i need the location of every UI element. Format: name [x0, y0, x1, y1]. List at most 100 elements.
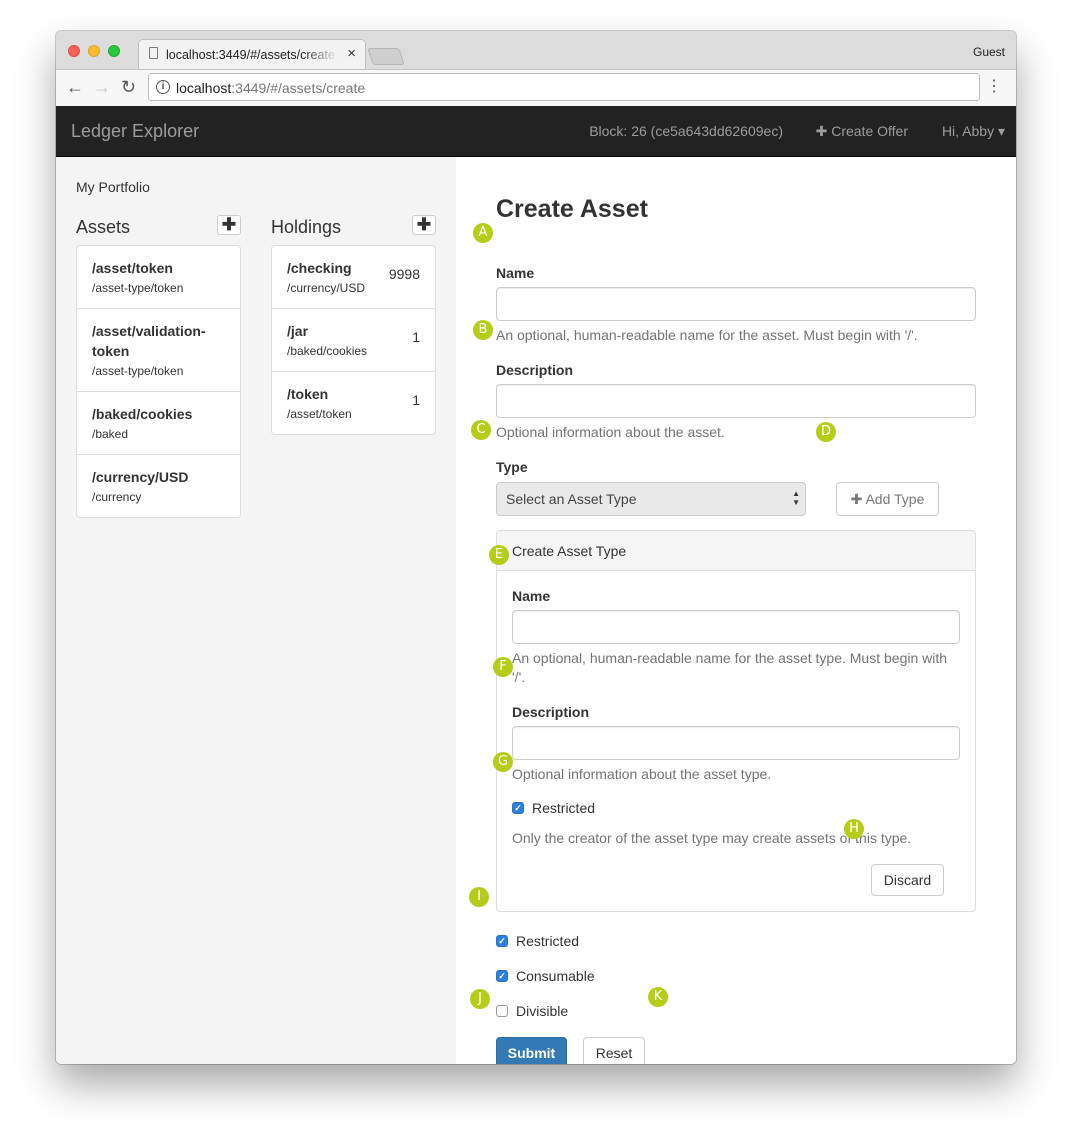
create-offer-link[interactable]: ✚ Create Offer: [816, 123, 908, 140]
app-navbar: Ledger Explorer Block: 26 (ce5a643dd6260…: [56, 106, 1016, 157]
consumable-label[interactable]: Consumable: [516, 968, 595, 984]
consumable-checkbox[interactable]: ✓: [496, 970, 508, 982]
brand-link[interactable]: Ledger Explorer: [71, 121, 199, 142]
assets-title: Assets: [76, 217, 131, 237]
holding-asset: /baked/cookies: [287, 344, 368, 358]
asset-type-description-input[interactable]: [512, 726, 960, 760]
submit-button[interactable]: Submit: [496, 1037, 567, 1064]
restricted-label[interactable]: Restricted: [516, 933, 579, 949]
divisible-label[interactable]: Divisible: [516, 1003, 568, 1019]
holding-amount: 1: [412, 329, 420, 345]
annotation-badge-k: K: [648, 987, 668, 1007]
restricted-checkbox[interactable]: ✓: [496, 935, 508, 947]
asset-description-input[interactable]: [496, 384, 976, 418]
type-restricted-label[interactable]: Restricted: [532, 800, 595, 816]
list-item[interactable]: /checking /currency/USD 9998: [272, 246, 435, 308]
type-restricted-help-text: Only the creator of the asset type may c…: [512, 830, 912, 846]
add-type-button[interactable]: ✚ Add Type: [836, 482, 939, 516]
panel-heading: Create Asset Type: [497, 531, 975, 571]
document-icon: [149, 47, 158, 59]
assets-list: /asset/token /asset-type/token /asset/va…: [76, 245, 241, 518]
close-window-button[interactable]: [68, 45, 80, 57]
create-asset-form: Create Asset Name An optional, human-rea…: [456, 157, 1016, 1064]
divisible-checkbox[interactable]: [496, 1005, 508, 1017]
list-item[interactable]: /asset/validation-token /asset-type/toke…: [77, 308, 240, 391]
tab-close-icon[interactable]: ×: [347, 46, 356, 62]
address-url[interactable]: localhost:3449/#/assets/create: [176, 80, 365, 96]
list-item[interactable]: /jar /baked/cookies 1: [272, 308, 435, 371]
info-icon[interactable]: i: [156, 80, 170, 94]
list-item[interactable]: /asset/token /asset-type/token: [77, 246, 240, 308]
type-description-label: Description: [512, 704, 590, 720]
holding-asset: /asset/token: [287, 407, 352, 421]
browser-menu-icon[interactable]: ⋮: [986, 78, 1002, 96]
minimize-window-button[interactable]: [88, 45, 100, 57]
panel-title: Create Asset Type: [512, 543, 627, 559]
browser-window: localhost:3449/#/assets/create × Guest ←…: [56, 31, 1016, 1064]
forward-arrow-icon[interactable]: →: [93, 77, 111, 97]
annotation-badge-j: J: [470, 989, 490, 1009]
reload-icon[interactable]: ↻: [121, 77, 136, 97]
type-name-help-text: An optional, human-readable name for the…: [512, 650, 948, 685]
annotation-badge-e: E: [489, 545, 509, 565]
annotation-badge-b: B: [473, 320, 493, 340]
type-description-help-text: Optional information about the asset typ…: [512, 766, 772, 782]
asset-name: /currency/USD: [92, 469, 189, 485]
type-restricted-checkbox[interactable]: ✓: [512, 802, 524, 814]
annotation-badge-i: I: [469, 887, 489, 907]
asset-name-input[interactable]: [496, 287, 976, 321]
select-arrows-icon: ▲ ▼: [792, 489, 800, 507]
annotation-badge-c: C: [471, 420, 491, 440]
browser-tab[interactable]: localhost:3449/#/assets/create ×: [138, 39, 366, 69]
asset-type-name-input[interactable]: [512, 610, 960, 644]
description-help-text: Optional information about the asset.: [496, 424, 725, 440]
asset-name: /baked/cookies: [92, 406, 193, 422]
create-asset-type-panel: Create Asset Type Name An optional, huma…: [496, 530, 976, 912]
asset-type: /asset-type/token: [92, 364, 184, 378]
browser-toolbar: ← → ↻ i localhost:3449/#/assets/create ⋮: [56, 70, 1016, 107]
annotation-badge-a: A: [473, 223, 493, 243]
maximize-window-button[interactable]: [108, 45, 120, 57]
list-item[interactable]: /token /asset/token 1: [272, 371, 435, 434]
new-tab-button[interactable]: [367, 48, 405, 65]
tab-title: localhost:3449/#/assets/create: [166, 48, 335, 62]
annotation-badge-f: F: [493, 657, 513, 677]
list-item[interactable]: /baked/cookies /baked: [77, 391, 240, 454]
holding-name: /checking: [287, 260, 352, 276]
annotation-badge-h: H: [844, 819, 864, 839]
asset-type-select[interactable]: Select an Asset Type ▲ ▼: [496, 482, 806, 516]
holdings-list: /checking /currency/USD 9998 /jar /baked…: [271, 245, 436, 435]
list-item[interactable]: /currency/USD /currency: [77, 454, 240, 517]
back-arrow-icon[interactable]: ←: [66, 77, 84, 97]
asset-name: /asset/validation-token: [92, 323, 206, 359]
portfolio-heading: My Portfolio: [76, 179, 150, 195]
url-path: :3449/#/assets/create: [231, 80, 366, 96]
address-bar[interactable]: i localhost:3449/#/assets/create: [148, 73, 980, 101]
holdings-title: Holdings: [271, 217, 342, 237]
profile-label[interactable]: Guest: [973, 45, 1005, 59]
annotation-badge-d: D: [816, 422, 836, 442]
asset-type: /currency: [92, 490, 142, 504]
type-label: Type: [496, 459, 528, 475]
holding-name: /jar: [287, 323, 309, 339]
reset-button[interactable]: Reset: [583, 1037, 645, 1064]
holding-amount: 1: [412, 392, 420, 408]
discard-button[interactable]: Discard: [871, 864, 944, 896]
annotation-badge-g: G: [493, 752, 513, 772]
add-holding-button[interactable]: ✚: [412, 215, 436, 235]
asset-type: /baked: [92, 427, 129, 441]
holding-amount: 9998: [388, 266, 420, 282]
asset-type-selected: Select an Asset Type: [506, 491, 637, 507]
holding-name: /token: [287, 386, 329, 402]
asset-name: /asset/token: [92, 260, 173, 276]
user-menu-dropdown[interactable]: Hi, Abby ▾: [942, 123, 1005, 140]
block-indicator[interactable]: Block: 26 (ce5a643dd62609ec): [589, 123, 783, 139]
name-label: Name: [496, 265, 535, 281]
url-host: localhost: [176, 80, 232, 96]
description-label: Description: [496, 362, 574, 378]
type-name-label: Name: [512, 588, 551, 604]
name-help-text: An optional, human-readable name for the…: [496, 327, 918, 343]
add-asset-button[interactable]: ✚: [217, 215, 241, 235]
page-title: Create Asset: [496, 195, 648, 223]
portfolio-sidebar: My Portfolio Assets ✚ /asset/token /asse…: [56, 157, 456, 1064]
